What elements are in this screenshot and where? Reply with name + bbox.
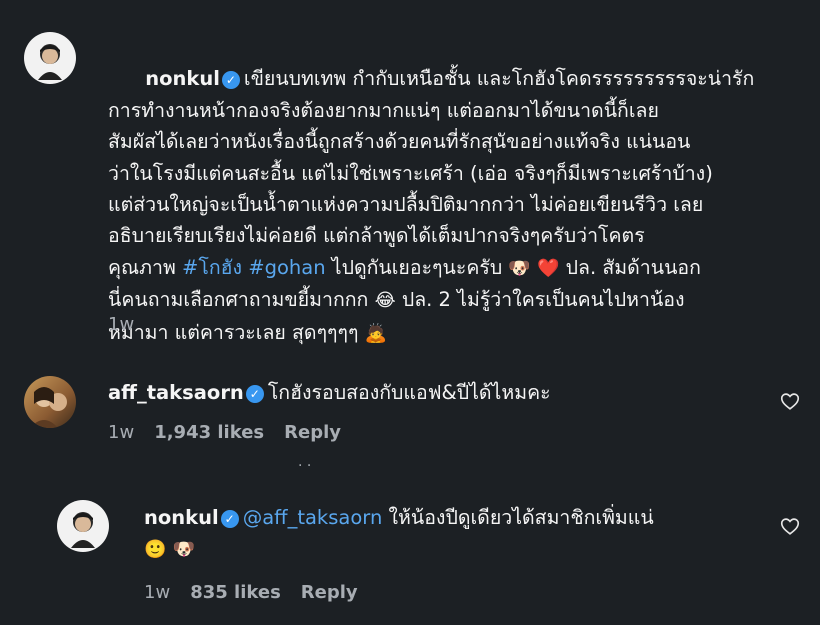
comment-line: เขียนบทเทพ กำกับเหนือชั้น และโกฮังโคดรรร…	[243, 67, 755, 91]
comment-line: ว่าในโรงมีแต่คนสะอื้น แต่ไม่ใช่เพราะเศร้…	[108, 161, 713, 185]
heart-outline-icon[interactable]	[779, 390, 801, 412]
likes-count-link[interactable]: 835 likes	[190, 582, 281, 603]
comment-timestamp: 1w	[144, 582, 171, 603]
comment-text: หมามา แต่คารวะเลย สุดๆๆๆๆ	[108, 320, 365, 344]
dog-emoji: 🐶	[172, 539, 196, 561]
avatar[interactable]	[57, 500, 109, 552]
verified-badge-icon: ✓	[221, 71, 240, 90]
username[interactable]: aff_taksaorn	[108, 381, 244, 404]
hashtag-link[interactable]: #โกฮัง	[182, 256, 242, 279]
smile-emoji: 🙂	[144, 539, 167, 561]
comment-text: โกฮังรอบสองกับแอฟ&ปีได้ไหมคะ	[267, 381, 551, 404]
comment-line: การทำงานหน้ากองจริงต้องยากมากแน่ๆ แต่ออก…	[108, 98, 659, 122]
view-replies-divider: · ·	[298, 458, 312, 474]
heart-emoji: ❤️	[537, 257, 560, 279]
comment-text: ไปดูกันเยอะๆนะครับ	[325, 255, 509, 279]
mention-link[interactable]: @aff_taksaorn	[243, 506, 383, 529]
verified-badge-icon: ✓	[220, 510, 239, 528]
avatar[interactable]	[24, 376, 76, 428]
verified-badge-icon: ✓	[245, 385, 264, 403]
comment-timestamp: 1w	[108, 422, 135, 443]
comment-line: คุณภาพ	[108, 255, 182, 279]
comment-line: แต่ส่วนใหญ่จะเป็นน้ำตาแห่งความปลื้มปิติม…	[108, 193, 704, 217]
laughing-emoji: 😂	[374, 290, 396, 312]
hashtag-link[interactable]: #gohan	[248, 256, 325, 279]
dog-emoji: 🐶	[508, 257, 531, 279]
comment-timestamp: 1w	[108, 314, 135, 335]
reply-button[interactable]: Reply	[284, 422, 341, 443]
bowing-emoji: 🙇	[364, 322, 388, 344]
reply-button[interactable]: Reply	[301, 582, 358, 603]
comment-text: นี่คนถามเลือกศาถามขยี้มากกก	[108, 288, 375, 312]
comment-line: อธิบายเรียบเรียงไม่ค่อยดี แต่กล้าพูดได้เ…	[108, 224, 645, 248]
likes-count-link[interactable]: 1,943 likes	[154, 422, 264, 443]
username[interactable]: nonkul	[144, 506, 219, 529]
comment-text: ปล. สัมด้านนอก	[559, 255, 701, 279]
avatar[interactable]	[24, 32, 76, 84]
heart-outline-icon[interactable]	[779, 515, 801, 537]
comment-line: สัมผัสได้เลยว่าหนังเรื่องนี้ถูกสร้างด้วย…	[108, 130, 691, 154]
comment-text: ปล. 2 ไม่รู้ว่าใครเป็นคนไปหาน้อง	[395, 288, 685, 312]
username[interactable]: nonkul	[145, 67, 220, 90]
comment-text: ให้น้องปีดูเดียวได้สมาชิกเพิ่มแน่	[382, 506, 654, 529]
